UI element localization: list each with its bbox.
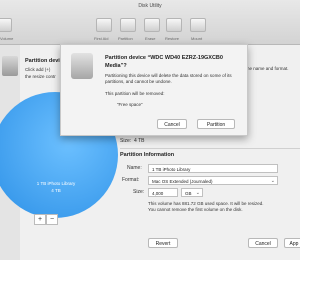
resize-note: This volume has 881.72 GB used space. It… <box>148 201 264 213</box>
name-label: Name: <box>127 165 142 171</box>
disk-utility-icon <box>71 53 93 79</box>
divider <box>120 148 300 149</box>
size-value: 4 TB <box>134 138 145 144</box>
size-unit-select[interactable]: GB ⌄ <box>181 188 203 197</box>
titlebar: Disk Utility Volume First Aid Partition … <box>0 0 300 45</box>
size-label: Size: <box>120 138 132 144</box>
erase-icon[interactable] <box>144 18 160 32</box>
chevron-down-icon: ⌄ <box>270 178 275 184</box>
chevron-down-icon: ⌄ <box>195 190 200 196</box>
add-partition-button[interactable]: + <box>34 214 46 225</box>
partition-info-heading: Partition Information <box>120 152 175 158</box>
cancel-button[interactable]: Cancel <box>248 238 278 248</box>
sheet-cancel-button[interactable]: Cancel <box>157 119 187 129</box>
sheet-partition-button[interactable]: Partition <box>197 119 235 129</box>
format-value: Mac OS Extended (Journaled) <box>152 179 213 184</box>
partition-icon[interactable] <box>120 18 136 32</box>
revert-button[interactable]: Revert <box>148 238 178 248</box>
sheet-title: Partition device “WDC WD40 EZRZ-19GXCB0 … <box>105 55 223 69</box>
disk-icon <box>2 56 18 76</box>
partition-confirm-sheet: Partition device “WDC WD40 EZRZ-19GXCB0 … <box>60 44 248 136</box>
toolbar-mount[interactable]: Mount <box>191 36 202 41</box>
sheet-removed-item: “Free space” <box>117 102 143 107</box>
info-text-line2: the resize contr <box>25 74 56 79</box>
volume-icon[interactable] <box>0 18 12 32</box>
info-text: Click add (+) the resize contr <box>25 66 56 80</box>
format-select[interactable]: Mac OS Extended (Journaled) ⌄ <box>148 176 278 185</box>
first-aid-icon[interactable] <box>96 18 112 32</box>
sheet-removed-label: This partition will be removed: <box>105 91 165 96</box>
toolbar-restore[interactable]: Restore <box>165 36 179 41</box>
name-field[interactable]: 1 TB iPhoto Library <box>148 164 278 173</box>
partition-size-label: Size: <box>133 189 145 195</box>
pie-partition-size: 4 TB <box>51 188 61 193</box>
resize-note-line2: You cannot remove the first volume on th… <box>148 207 243 212</box>
restore-icon[interactable] <box>166 18 182 32</box>
remove-partition-button[interactable]: − <box>46 214 58 225</box>
sheet-message: Partitioning this device will delete the… <box>105 73 232 84</box>
toolbar-volume[interactable]: Volume <box>0 36 13 41</box>
toolbar-erase[interactable]: Erase <box>145 36 155 41</box>
mount-icon[interactable] <box>190 18 206 32</box>
pie-partition-label: 1 TB iPhoto Library <box>36 181 76 186</box>
apply-button[interactable]: App <box>284 238 300 248</box>
info-text-line1: Click add (+) <box>25 67 51 72</box>
window-title: Disk Utility <box>138 3 162 9</box>
partition-size-field[interactable]: 4,000 <box>148 188 178 197</box>
toolbar-first-aid[interactable]: First Aid <box>94 36 108 41</box>
disk-utility-window: Disk Utility Volume First Aid Partition … <box>0 0 300 260</box>
format-label: Format: <box>122 177 140 183</box>
toolbar-partition[interactable]: Partition <box>118 36 133 41</box>
size-unit-value: GB <box>185 191 192 196</box>
